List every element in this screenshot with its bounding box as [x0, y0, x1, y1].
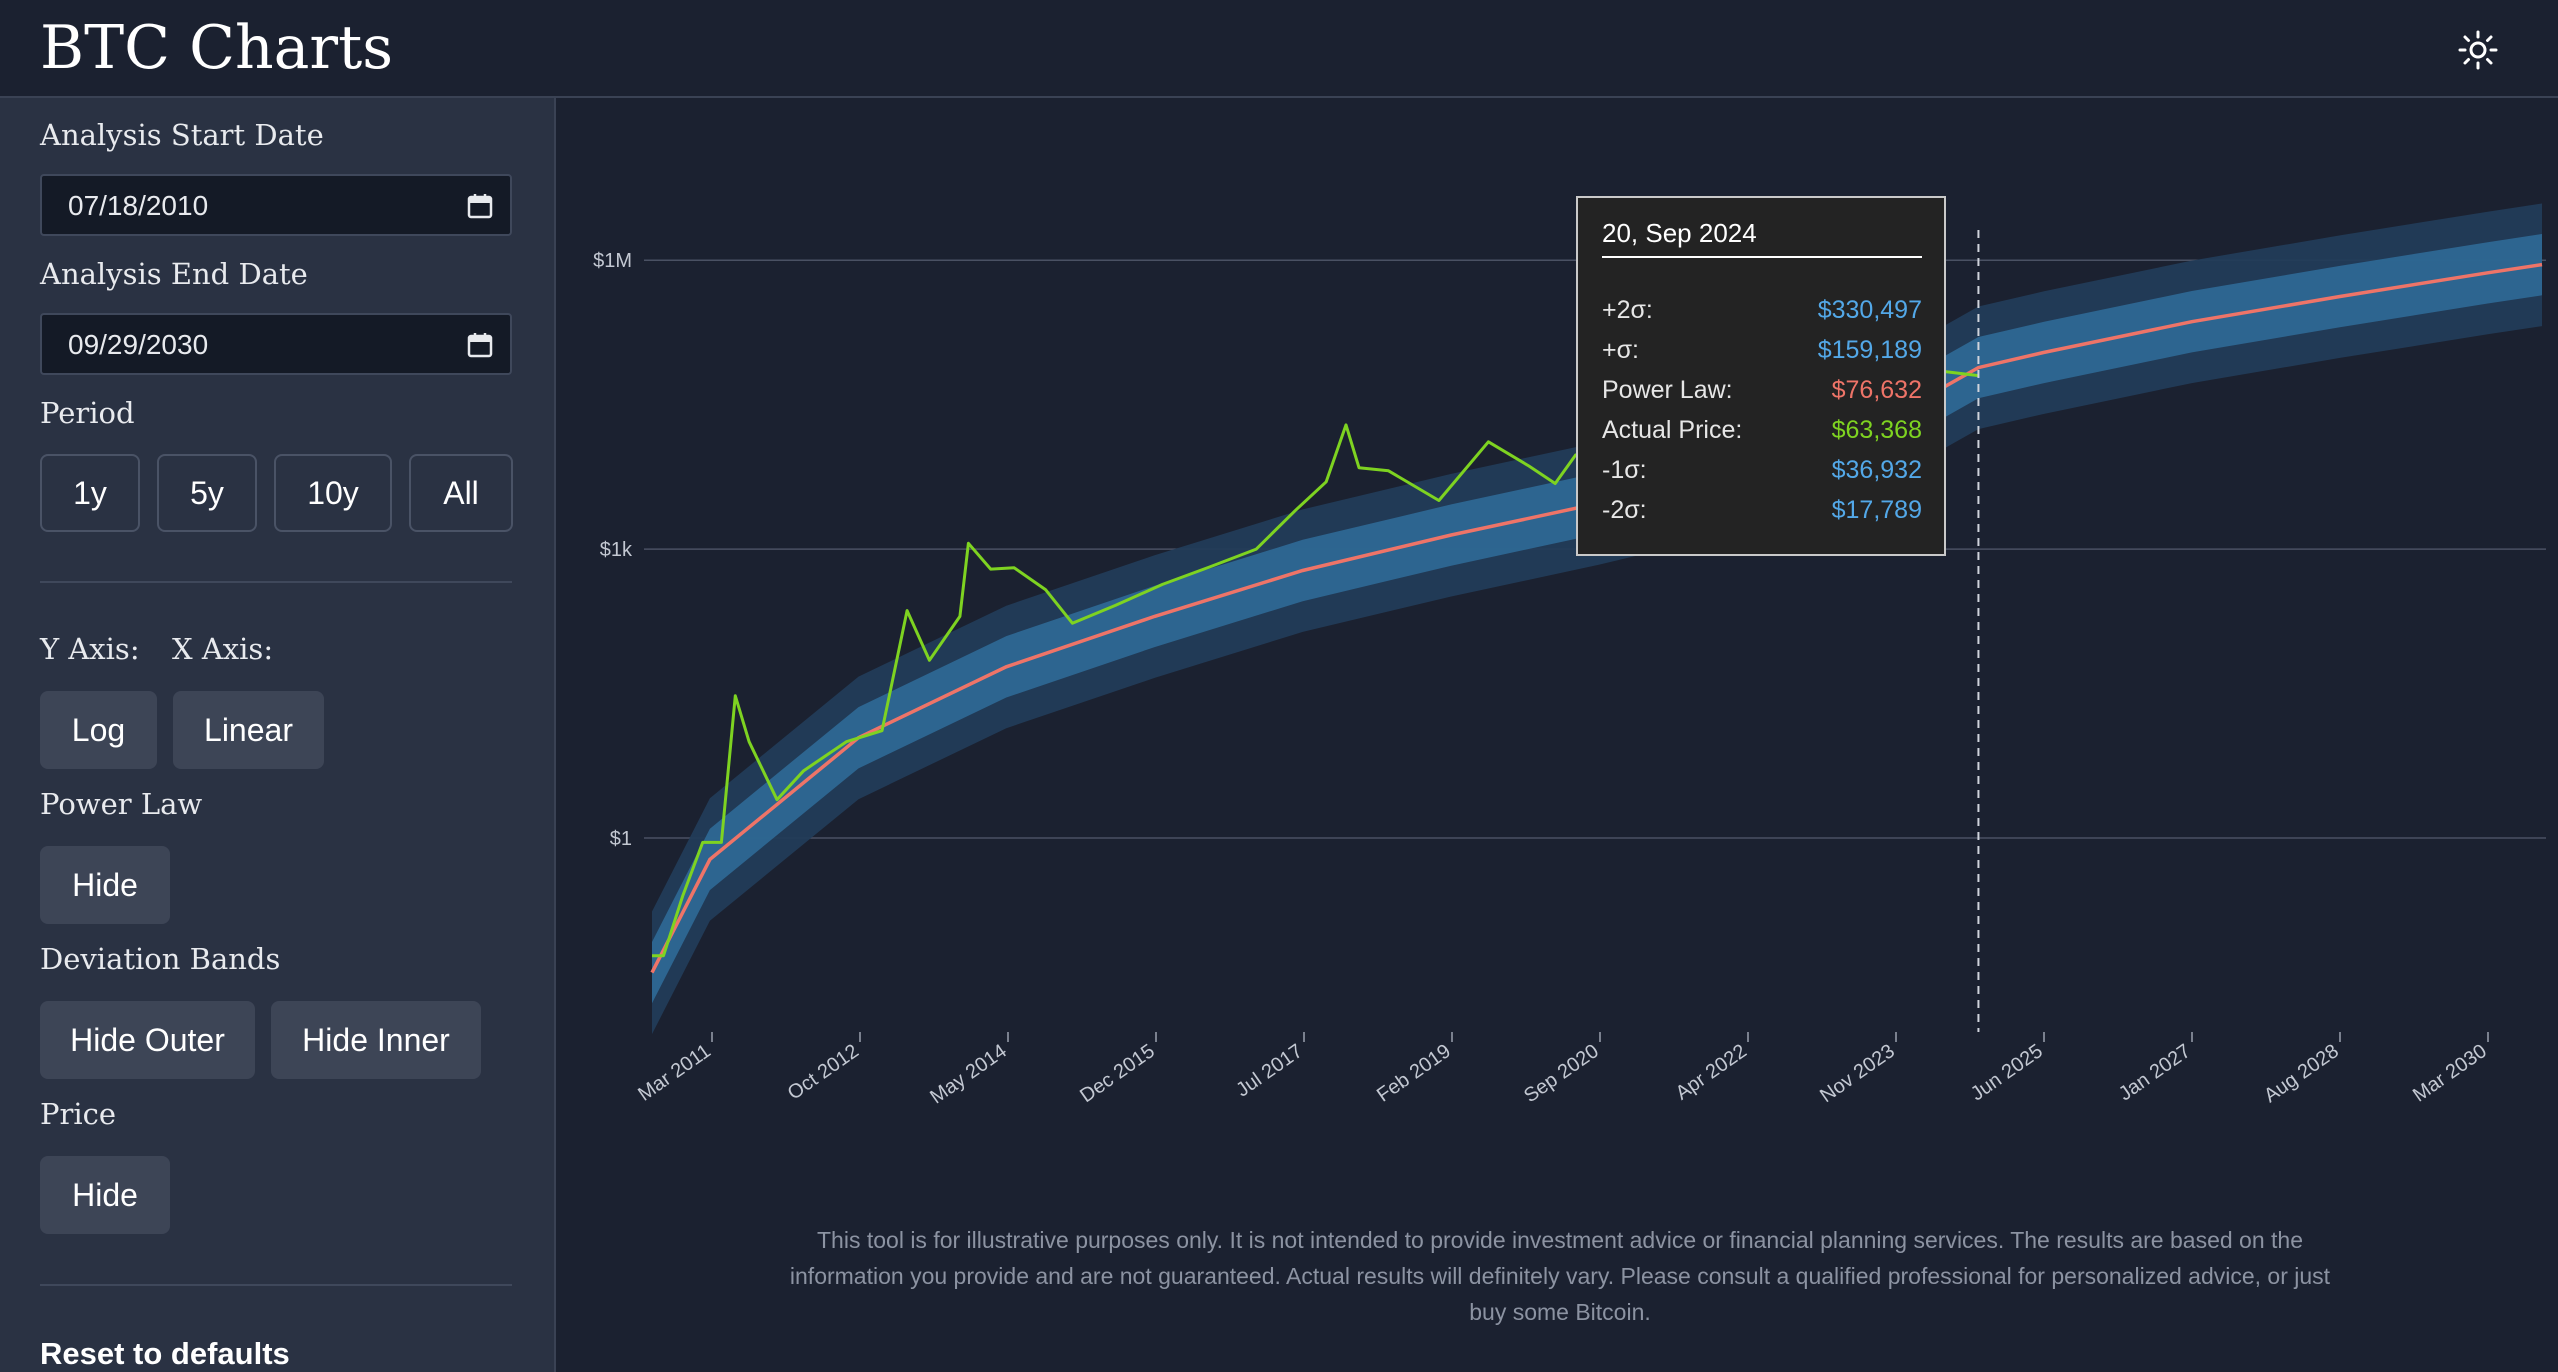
period-10y-button[interactable]: 10y: [274, 454, 392, 532]
x-tick-label: Aug 2028: [2260, 1040, 2343, 1107]
period-1y-button[interactable]: 1y: [40, 454, 140, 532]
tooltip-row: +σ: $159,189: [1602, 336, 1922, 372]
x-tick-label: Nov 2023: [1816, 1040, 1899, 1107]
hide-inner-button[interactable]: Hide Inner: [271, 1001, 481, 1079]
period-label: Period: [40, 396, 135, 430]
disclaimer: This tool is for illustrative purposes o…: [789, 1227, 2331, 1325]
tooltip-row: Power Law: $76,632: [1602, 376, 1922, 412]
hide-price-button[interactable]: Hide: [40, 1156, 170, 1234]
tooltip-row-label: -2σ:: [1602, 496, 1647, 524]
x-tick-label: Mar 2011: [634, 1040, 715, 1106]
app-title: BTC Charts: [40, 13, 393, 83]
divider: [40, 581, 512, 583]
end-date-field[interactable]: 09/29/2030: [40, 313, 512, 375]
tooltip-row-value: $76,632: [1831, 376, 1922, 404]
x-tick-label: Mar 2030: [2409, 1040, 2491, 1106]
x-tick-label: Apr 2022: [1672, 1040, 1751, 1105]
y-axis-label: Y Axis:: [40, 632, 140, 666]
tooltip-row-value: $159,189: [1817, 336, 1922, 364]
reset-defaults-link[interactable]: Reset to defaults: [40, 1336, 290, 1372]
tooltip-row-label: Power Law:: [1602, 376, 1733, 404]
tooltip-row: -2σ: $17,789: [1602, 496, 1922, 532]
sun-icon[interactable]: [2458, 30, 2498, 70]
power-law-chart[interactable]: $1 $1k $1M Mar 2011 Oct 2012 May 2014 Dec 2015…: [556, 98, 2558, 1198]
y-tick-label: $1k: [600, 539, 633, 561]
tooltip-row-label: +2σ:: [1602, 296, 1653, 324]
y-tick-label: $1M: [593, 250, 632, 272]
x-axis-label: X Axis:: [172, 632, 274, 666]
start-date-field[interactable]: 07/18/2010: [40, 174, 512, 236]
tooltip-row: Actual Price: $63,368: [1602, 416, 1922, 452]
tooltip-row-value: $36,932: [1831, 456, 1922, 484]
tooltip-row-value: $330,497: [1817, 296, 1922, 324]
x-tick-label: Jul 2017: [1232, 1040, 1307, 1101]
calendar-icon[interactable]: [466, 192, 494, 220]
power-law-label: Power Law: [40, 787, 203, 821]
tooltip-row-value: $63,368: [1831, 416, 1922, 444]
x-axis-linear-button[interactable]: Linear: [173, 691, 324, 769]
tooltip-row: +2σ: $330,497: [1602, 296, 1922, 332]
end-date-label: Analysis End Date: [40, 257, 308, 291]
x-tick-label: Sep 2020: [1520, 1040, 1603, 1107]
x-tick-label: Jun 2025: [1967, 1040, 2047, 1105]
tooltip-row: -1σ: $36,932: [1602, 456, 1922, 492]
y-tick-label: $1: [610, 828, 632, 850]
hide-power-law-button[interactable]: Hide: [40, 846, 170, 924]
tooltip-row-label: Actual Price:: [1602, 416, 1743, 444]
start-date-value: 07/18/2010: [68, 190, 209, 221]
end-date-value: 09/29/2030: [68, 329, 209, 360]
calendar-icon[interactable]: [466, 331, 494, 359]
y-axis-log-button[interactable]: Log: [40, 691, 157, 769]
hide-outer-button[interactable]: Hide Outer: [40, 1001, 255, 1079]
x-tick-label: May 2014: [926, 1040, 1011, 1108]
price-label: Price: [40, 1097, 117, 1131]
x-tick-label: Jan 2027: [2115, 1040, 2195, 1105]
tooltip-date: 20, Sep 2024: [1602, 218, 1757, 248]
sidebar: Analysis Start Date 07/18/2010 Analysis …: [0, 98, 556, 1372]
divider: [40, 1284, 512, 1286]
x-tick-label: Dec 2015: [1076, 1040, 1159, 1107]
deviation-bands-label: Deviation Bands: [40, 942, 281, 976]
tooltip-divider: [1602, 256, 1922, 258]
tooltip-row-label: -1σ:: [1602, 456, 1647, 484]
chart-tooltip: 20, Sep 2024 +2σ: $330,497 +σ: $159,189 Powe…: [1576, 196, 1946, 556]
app-header: BTC Charts: [0, 0, 2558, 98]
tooltip-row-label: +σ:: [1602, 336, 1639, 364]
start-date-label: Analysis Start Date: [40, 118, 324, 152]
tooltip-row-value: $17,789: [1831, 496, 1922, 524]
x-tick-label: Oct 2012: [784, 1040, 863, 1105]
x-tick-label: Feb 2019: [1373, 1040, 1455, 1106]
period-5y-button[interactable]: 5y: [157, 454, 257, 532]
period-all-button[interactable]: All: [409, 454, 513, 532]
